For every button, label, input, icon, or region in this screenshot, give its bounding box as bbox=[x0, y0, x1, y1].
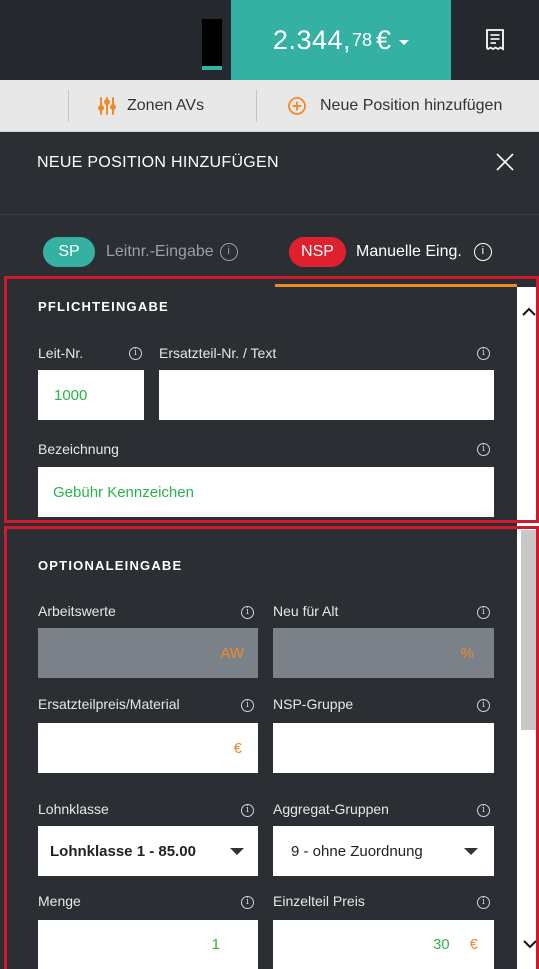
ersatzteil-label: Ersatzteil-Nr. / Text bbox=[159, 345, 277, 361]
info-icon[interactable]: i bbox=[473, 243, 492, 261]
leitnr-label: Leit-Nr. bbox=[38, 345, 84, 361]
bezeichnung-label: Bezeichnung bbox=[38, 441, 119, 457]
info-icon[interactable]: i bbox=[477, 443, 490, 456]
add-position-label: Neue Position hinzufügen bbox=[320, 97, 503, 114]
receipt-button[interactable] bbox=[451, 0, 539, 80]
info-icon[interactable]: i bbox=[477, 896, 490, 909]
einzelteil-unit: € bbox=[469, 936, 478, 953]
nsp-label: Manuelle Eing. bbox=[356, 243, 462, 260]
aggregat-label: Aggregat-Gruppen bbox=[273, 801, 389, 817]
toolbar: Zonen AVs Neue Position hinzufügen bbox=[0, 80, 539, 132]
menge-input[interactable]: 1 bbox=[38, 920, 258, 969]
info-icon[interactable]: i bbox=[241, 606, 254, 619]
info-icon[interactable]: i bbox=[477, 699, 490, 712]
required-section: PFLICHTEINGABE Leit-Nr. i Ersatzteil-Nr.… bbox=[7, 287, 517, 520]
tab-sp[interactable]: SP Leitnr.-Eingabe i bbox=[43, 237, 238, 267]
ersatzteilpreis-label: Ersatzteilpreis/Material bbox=[38, 696, 180, 712]
neufueralt-unit: % bbox=[460, 644, 474, 662]
neufueralt-label: Neu für Alt bbox=[273, 603, 339, 619]
top-bar: 2.344, 78 € bbox=[0, 0, 539, 80]
divider bbox=[256, 90, 257, 122]
zones-avs-label: Zonen AVs bbox=[127, 97, 205, 114]
zones-avs-button[interactable]: Zonen AVs bbox=[97, 80, 204, 132]
nspgruppe-input[interactable] bbox=[273, 723, 494, 773]
info-icon[interactable]: i bbox=[241, 804, 254, 817]
leitnr-input[interactable]: 1000 bbox=[38, 370, 144, 420]
mode-tabs: SP Leitnr.-Eingabe i NSP Manuelle Eing. … bbox=[0, 215, 539, 285]
aggregat-select[interactable]: 9 - ohne Zuordnung bbox=[273, 826, 494, 876]
info-icon[interactable]: i bbox=[241, 896, 254, 909]
bezeichnung-input[interactable]: Gebühr Kennzeichen bbox=[38, 467, 494, 517]
lohnklasse-select[interactable]: Lohnklasse 1 - 85.00 bbox=[38, 826, 258, 876]
optional-section: OPTIONALEINGABE Arbeitswerte i Neu für A… bbox=[7, 529, 517, 969]
close-icon[interactable] bbox=[493, 150, 517, 174]
arbeitswerte-input[interactable]: AW bbox=[38, 628, 258, 678]
plus-circle-icon bbox=[288, 97, 306, 115]
panel-title: NEUE POSITION HINZUFÜGEN bbox=[37, 154, 279, 171]
arbeitswerte-label: Arbeitswerte bbox=[38, 603, 116, 619]
nspgruppe-label: NSP-Gruppe bbox=[273, 696, 354, 712]
neufueralt-input[interactable]: % bbox=[273, 628, 494, 678]
info-icon[interactable]: i bbox=[219, 243, 238, 261]
info-icon[interactable]: i bbox=[477, 804, 490, 817]
sp-badge: SP bbox=[43, 237, 95, 267]
ersatzteilpreis-input[interactable]: € bbox=[38, 723, 258, 773]
panel-header: NEUE POSITION HINZUFÜGEN bbox=[0, 132, 539, 194]
receipt-icon bbox=[486, 29, 504, 51]
sp-label: Leitnr.-Eingabe bbox=[106, 243, 214, 260]
black-tab bbox=[202, 19, 222, 70]
add-position-button[interactable]: Neue Position hinzufügen bbox=[287, 80, 502, 132]
einzelteil-label: Einzelteil Preis bbox=[273, 893, 365, 909]
required-title: PFLICHTEINGABE bbox=[38, 299, 169, 314]
info-icon[interactable]: i bbox=[129, 347, 142, 360]
einzelteil-value: 30 bbox=[432, 936, 450, 953]
chevron-down-icon bbox=[230, 847, 244, 855]
total-main: 2.344, bbox=[272, 24, 351, 55]
total-currency: € bbox=[376, 24, 392, 55]
info-icon[interactable]: i bbox=[241, 699, 254, 712]
chevron-down-icon bbox=[464, 847, 478, 855]
einzelteil-input[interactable]: 30 € bbox=[273, 920, 494, 969]
chevron-down-icon bbox=[399, 39, 410, 45]
menge-value: 1 bbox=[211, 936, 220, 953]
arbeitswerte-unit: AW bbox=[220, 644, 244, 662]
divider bbox=[68, 90, 69, 122]
menge-label: Menge bbox=[38, 893, 81, 909]
lohnklasse-label: Lohnklasse bbox=[38, 801, 109, 817]
tab-nsp[interactable]: NSP Manuelle Eing. i bbox=[289, 237, 492, 267]
total-cents: 78 bbox=[352, 29, 373, 50]
info-icon[interactable]: i bbox=[477, 606, 490, 619]
aggregat-value: 9 - ohne Zuordnung bbox=[291, 842, 423, 860]
ersatzteilpreis-unit: € bbox=[233, 739, 242, 757]
sliders-icon bbox=[98, 97, 116, 115]
info-icon[interactable]: i bbox=[477, 347, 490, 360]
ersatzteil-input[interactable] bbox=[159, 370, 494, 420]
optional-title: OPTIONALEINGABE bbox=[38, 558, 183, 573]
nsp-badge: NSP bbox=[289, 237, 346, 267]
lohnklasse-value: Lohnklasse 1 - 85.00 bbox=[50, 842, 196, 860]
total-amount-button[interactable]: 2.344, 78 € bbox=[231, 0, 451, 80]
